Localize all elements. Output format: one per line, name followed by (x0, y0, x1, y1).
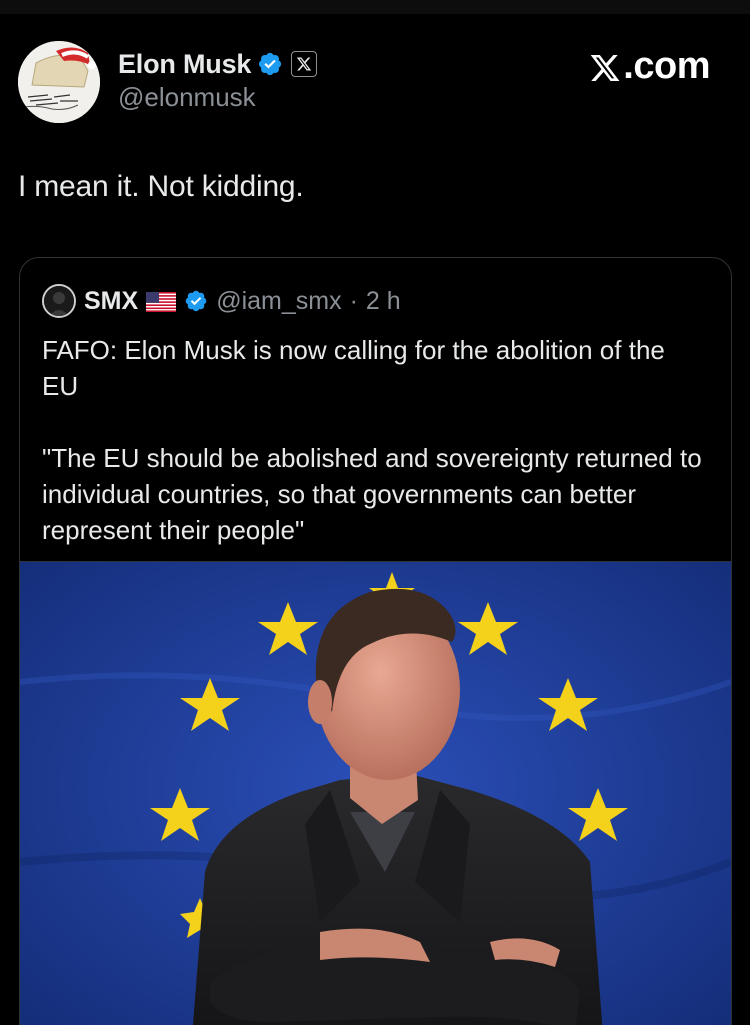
author-handle[interactable]: @elonmusk (118, 82, 256, 113)
profile-avatar-icon (44, 286, 74, 316)
quoted-tweet-paragraph-1: FAFO: Elon Musk is now calling for the a… (42, 335, 665, 401)
verified-badge-icon (257, 51, 283, 77)
santa-hat-avatar-icon (18, 41, 100, 123)
quoted-tweet-time[interactable]: 2 h (366, 287, 401, 316)
top-strip (0, 0, 750, 14)
author-name-row: Elon Musk (118, 44, 318, 84)
quoted-tweet-media[interactable] (20, 561, 731, 1025)
quoted-tweet-body: FAFO: Elon Musk is now calling for the a… (42, 332, 702, 548)
us-flag-icon (146, 291, 177, 312)
quoted-tweet-header: SMX @iam_smx · 2 h (42, 284, 401, 318)
brand-label: .com (623, 44, 710, 87)
tweet-screenshot: Elon Musk @elonmusk .com I mean it. Not … (0, 0, 750, 1025)
x-com-watermark: .com (589, 44, 710, 88)
author-display-name[interactable]: Elon Musk (118, 49, 251, 80)
quoted-author-name[interactable]: SMX (84, 287, 138, 316)
quoted-author-avatar[interactable] (42, 284, 76, 318)
quoted-verified-badge-icon (184, 289, 208, 313)
separator-dot: · (349, 286, 358, 315)
quoted-tweet-card[interactable]: SMX @iam_smx · 2 h FAFO: Elon Musk is no… (19, 257, 732, 1025)
x-logo-icon (589, 51, 620, 81)
author-avatar[interactable] (18, 41, 100, 123)
quoted-author-handle[interactable]: @iam_smx (216, 287, 341, 316)
quoted-tweet-paragraph-2: "The EU should be abolished and sovereig… (42, 443, 702, 545)
x-affiliate-icon (291, 51, 318, 77)
eu-flag-portrait-image (20, 562, 731, 1025)
tweet-text: I mean it. Not kidding. (18, 170, 304, 203)
